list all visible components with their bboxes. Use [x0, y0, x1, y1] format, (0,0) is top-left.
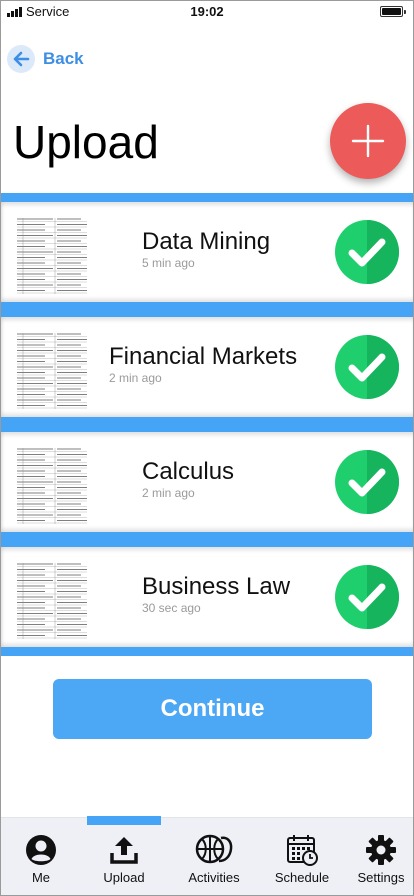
course-name: Calculus — [142, 458, 235, 485]
tab-label: Settings — [357, 870, 405, 885]
document-thumbnail — [15, 331, 91, 411]
tab-settings[interactable]: Settings — [353, 818, 409, 895]
card-body: Business Law 30 sec ago — [1, 547, 413, 647]
tab-schedule[interactable]: Schedule — [267, 818, 337, 895]
back-button[interactable]: Back — [7, 45, 84, 73]
check-circle-icon — [335, 220, 399, 284]
continue-button[interactable]: Continue — [53, 679, 372, 739]
upload-card[interactable]: Data Mining 5 min ago — [1, 193, 413, 311]
add-upload-button[interactable] — [330, 103, 406, 179]
tab-label: Activities — [188, 870, 240, 885]
card-body: Calculus 2 min ago — [1, 432, 413, 532]
check-circle-icon — [335, 335, 399, 399]
document-thumbnail — [15, 561, 91, 641]
card-top-border — [1, 308, 413, 317]
plus-icon — [351, 124, 385, 158]
battery-icon — [380, 6, 406, 17]
tab-label: Me — [31, 870, 51, 885]
upload-time: 5 min ago — [142, 256, 195, 270]
tab-label: Schedule — [274, 870, 330, 885]
card-top-border — [1, 538, 413, 547]
upload-card[interactable]: Calculus 2 min ago — [1, 423, 413, 541]
tab-label: Upload — [103, 870, 145, 885]
back-label: Back — [43, 49, 84, 68]
tab-bar: Me Upload Activities Schedule Settings — [1, 816, 413, 895]
tab-me[interactable]: Me — [15, 818, 67, 895]
upload-time: 30 sec ago — [142, 601, 201, 615]
upload-icon — [108, 818, 140, 868]
page-title: Upload — [13, 116, 159, 168]
back-arrow-icon — [7, 45, 35, 73]
status-time: 19:02 — [190, 4, 224, 19]
course-name: Financial Markets — [109, 343, 298, 370]
check-circle-icon — [335, 450, 399, 514]
card-bottom-border — [1, 647, 413, 656]
activities-icon — [193, 818, 235, 868]
card-top-border — [1, 423, 413, 432]
card-body: Data Mining 5 min ago — [1, 202, 413, 302]
user-icon — [25, 818, 57, 868]
card-top-border — [1, 193, 413, 202]
status-bar: Service 19:02 — [1, 1, 413, 21]
upload-card[interactable]: Financial Markets 2 min ago — [1, 308, 413, 426]
calendar-icon — [286, 818, 318, 868]
document-thumbnail — [15, 216, 91, 296]
gear-icon — [365, 818, 397, 868]
upload-time: 2 min ago — [142, 486, 195, 500]
tab-activities[interactable]: Activities — [181, 818, 247, 895]
app-screen: Service 19:02 Back Upload Data Mining 5 … — [0, 0, 414, 896]
check-circle-icon — [335, 565, 399, 629]
course-name: Data Mining — [142, 228, 271, 255]
course-name: Business Law — [142, 573, 291, 600]
tab-upload[interactable]: Upload — [97, 818, 151, 895]
upload-time: 2 min ago — [109, 371, 162, 385]
card-body: Financial Markets 2 min ago — [1, 317, 413, 417]
document-thumbnail — [15, 446, 91, 526]
upload-card[interactable]: Business Law 30 sec ago — [1, 538, 413, 656]
